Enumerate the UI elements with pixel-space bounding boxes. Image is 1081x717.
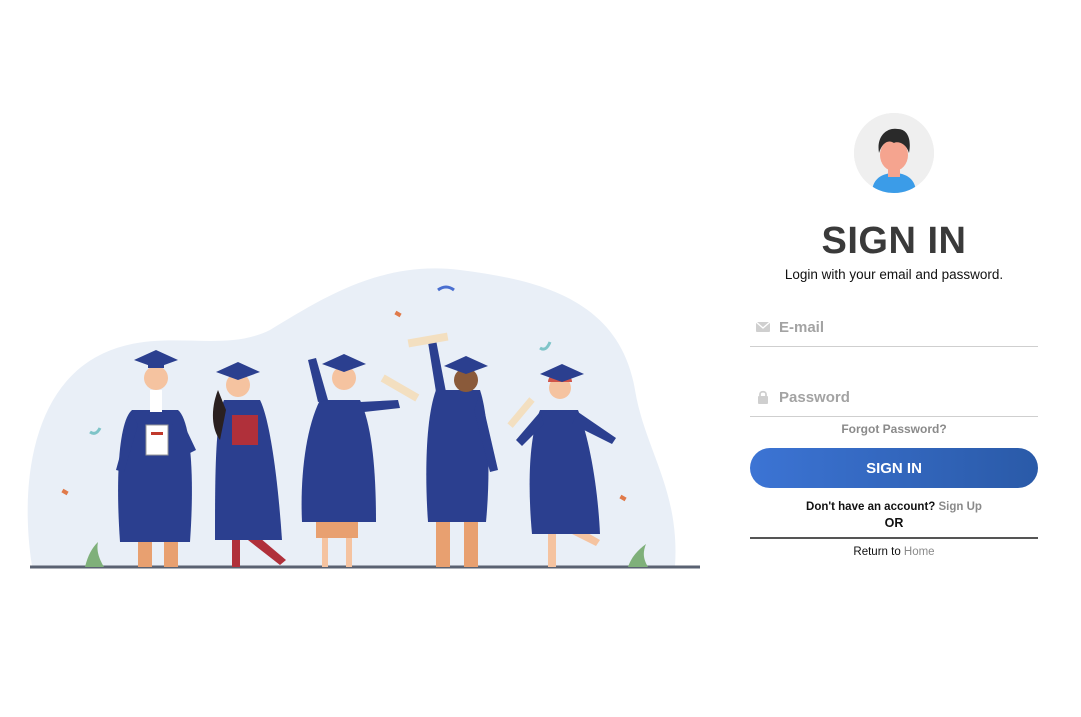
home-link[interactable]: Home	[904, 546, 935, 558]
email-field-wrapper	[750, 308, 1038, 347]
divider	[750, 537, 1038, 539]
graduates-illustration	[20, 260, 710, 580]
password-field-wrapper	[750, 378, 1038, 417]
login-form: SIGN IN Login with your email and passwo…	[750, 113, 1038, 558]
email-input[interactable]	[773, 312, 1038, 342]
page-title: SIGN IN	[821, 220, 967, 262]
user-avatar-icon	[854, 113, 934, 193]
envelope-icon	[753, 322, 773, 332]
return-text: Return to	[853, 546, 904, 558]
lock-icon	[753, 390, 773, 404]
page-subtitle: Login with your email and password.	[784, 267, 1004, 282]
password-input[interactable]	[773, 382, 1038, 412]
or-separator: OR	[884, 516, 904, 530]
no-account-text: Don't have an account?	[806, 501, 939, 513]
signup-prompt: Don't have an account? Sign Up	[750, 501, 1038, 513]
return-prompt: Return to Home	[750, 546, 1038, 558]
forgot-password-link[interactable]: Forgot Password?	[750, 422, 1038, 436]
sign-in-button[interactable]: SIGN IN	[750, 448, 1038, 488]
sign-up-link[interactable]: Sign Up	[939, 501, 982, 513]
